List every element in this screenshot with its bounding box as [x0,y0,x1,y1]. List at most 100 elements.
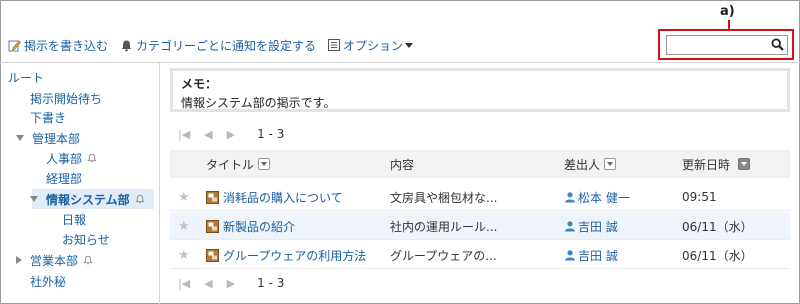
table-row: ★ 消耗品の購入について 文房具や梱包材な... 松本 健一 09:51 [170,183,790,211]
bell-icon [120,39,133,52]
message-title: グループウェアの利用方法 [223,248,367,263]
sidebar-item-label: 営業本部 [30,253,79,268]
chevron-down-icon [405,42,414,48]
star-icon[interactable]: ★ [178,241,190,269]
sidebar-item-label: 社外秘 [30,274,67,289]
post-message-label: 掲示を書き込む [24,38,109,53]
sidebar-item-label: 経理部 [46,171,83,186]
sidebar-item-info-systems[interactable]: 情報システム部 [30,190,145,208]
user-icon [564,191,576,203]
user-icon [564,220,576,232]
updated-date: 06/11（水） [682,219,753,234]
first-page-icon[interactable]: |◀ [178,277,190,290]
pager-bottom: |◀ ◀ ▶ 1 - 3 [178,275,284,291]
sender-name: 吉田 誠 [578,248,618,263]
message-title-link[interactable]: 消耗品の購入について [206,183,343,211]
star-icon[interactable]: ★ [178,212,190,240]
sidebar-item-announcements[interactable]: お知らせ [62,230,110,248]
page-range: 1 - 3 [257,276,285,290]
column-header-content: 内容 [390,150,414,178]
column-header-label: 内容 [390,157,415,172]
prev-page-icon[interactable]: ◀ [204,128,212,141]
next-page-icon[interactable]: ▶ [227,128,235,141]
sidebar-item-confidential[interactable]: 社外秘 [30,272,66,290]
message-title-link[interactable]: 新製品の紹介 [206,212,295,240]
sidebar-item-label: 下書き [30,110,67,125]
message-preview: 社内の運用ルール... [390,219,498,234]
column-header-label: タイトル [206,157,255,172]
sidebar-item-pending[interactable]: 掲示開始待ち [30,89,102,107]
pencil-icon [8,39,21,52]
sidebar-item-drafts[interactable]: 下書き [30,108,66,126]
category-sidebar: ルート 掲示開始待ち 下書き 管理本部 人事部 経理部 情報システム部 日報 お… [0,63,160,304]
sidebar-item-label: ルート [8,70,45,85]
sender-name: 吉田 誠 [578,219,618,234]
page-range: 1 - 3 [257,127,285,141]
message-icon [206,219,219,233]
column-header-label: 更新日時 [682,157,731,172]
column-header-sender[interactable]: 差出人 [564,150,617,178]
star-icon[interactable]: ★ [178,183,190,211]
expand-down-icon[interactable] [30,196,38,202]
sender-link[interactable]: 吉田 誠 [564,212,618,240]
sidebar-item-accounting[interactable]: 経理部 [46,169,82,187]
message-preview: 文房具や梱包材な... [390,190,498,205]
next-page-icon[interactable]: ▶ [227,277,235,290]
sidebar-item-root[interactable]: ルート [8,68,44,86]
message-title: 消耗品の購入について [223,190,343,205]
sidebar-item-hr[interactable]: 人事部 [46,149,97,167]
expand-down-icon[interactable] [16,135,24,141]
message-preview: グループウェアの... [390,248,497,263]
message-title: 新製品の紹介 [223,219,296,234]
list-icon [328,39,341,51]
annotation-label: a) [720,4,735,19]
sidebar-item-label: 人事部 [46,151,83,166]
bell-icon [135,194,145,204]
pager-top: |◀ ◀ ▶ 1 - 3 [178,126,284,142]
category-notification-label: カテゴリーごとに通知を設定する [136,38,317,53]
column-header-title[interactable]: タイトル [206,150,271,178]
search-icon[interactable] [771,38,784,54]
memo-body: 情報システム部の掲示です。 [181,96,336,110]
sidebar-item-sales-hq[interactable]: 営業本部 [16,251,93,269]
memo-title: メモ： [181,77,218,91]
sender-name: 松本 健一 [578,190,630,205]
search-input[interactable] [667,36,767,54]
expand-right-icon[interactable] [16,256,22,264]
message-title-link[interactable]: グループウェアの利用方法 [206,241,366,269]
search-box [666,35,788,55]
column-header-label: 差出人 [564,157,601,172]
sort-dropdown-icon[interactable] [258,158,271,170]
table-row: ★ グループウェアの利用方法 グループウェアの... 吉田 誠 06/11（水） [170,241,790,269]
message-icon [206,190,219,204]
bell-icon [83,255,93,265]
sort-dropdown-icon[interactable] [604,158,617,170]
sidebar-item-admin-hq[interactable]: 管理本部 [16,129,80,147]
bell-icon [87,153,97,163]
sidebar-item-label: 情報システム部 [46,192,130,207]
options-menu-label: オプション [343,38,404,53]
table-header: タイトル 内容 差出人 更新日時 [170,150,790,178]
sidebar-item-label: 管理本部 [32,131,81,146]
options-menu-button[interactable]: オプション [328,37,414,54]
post-message-button[interactable]: 掲示を書き込む [8,37,108,54]
updated-date: 06/11（水） [682,248,753,263]
sidebar-item-label: お知らせ [62,232,110,247]
column-header-updated[interactable]: 更新日時 [682,150,751,178]
sidebar-item-daily-report[interactable]: 日報 [62,210,86,228]
updated-date: 09:51 [682,190,717,204]
sidebar-item-label: 日報 [62,212,87,227]
memo-box: メモ： 情報システム部の掲示です。 [170,68,790,112]
sender-link[interactable]: 吉田 誠 [564,241,618,269]
sort-descending-icon[interactable] [738,158,751,170]
first-page-icon[interactable]: |◀ [178,128,190,141]
sidebar-item-label: 掲示開始待ち [30,91,103,106]
message-icon [206,248,219,262]
user-icon [564,249,576,261]
sender-link[interactable]: 松本 健一 [564,183,630,211]
category-notification-button[interactable]: カテゴリーごとに通知を設定する [120,37,316,54]
toolbar: 掲示を書き込む カテゴリーごとに通知を設定する オプション [8,36,425,54]
annotation-leader-line [728,20,730,29]
prev-page-icon[interactable]: ◀ [204,277,212,290]
table-row: ★ 新製品の紹介 社内の運用ルール... 吉田 誠 06/11（水） [170,212,790,240]
